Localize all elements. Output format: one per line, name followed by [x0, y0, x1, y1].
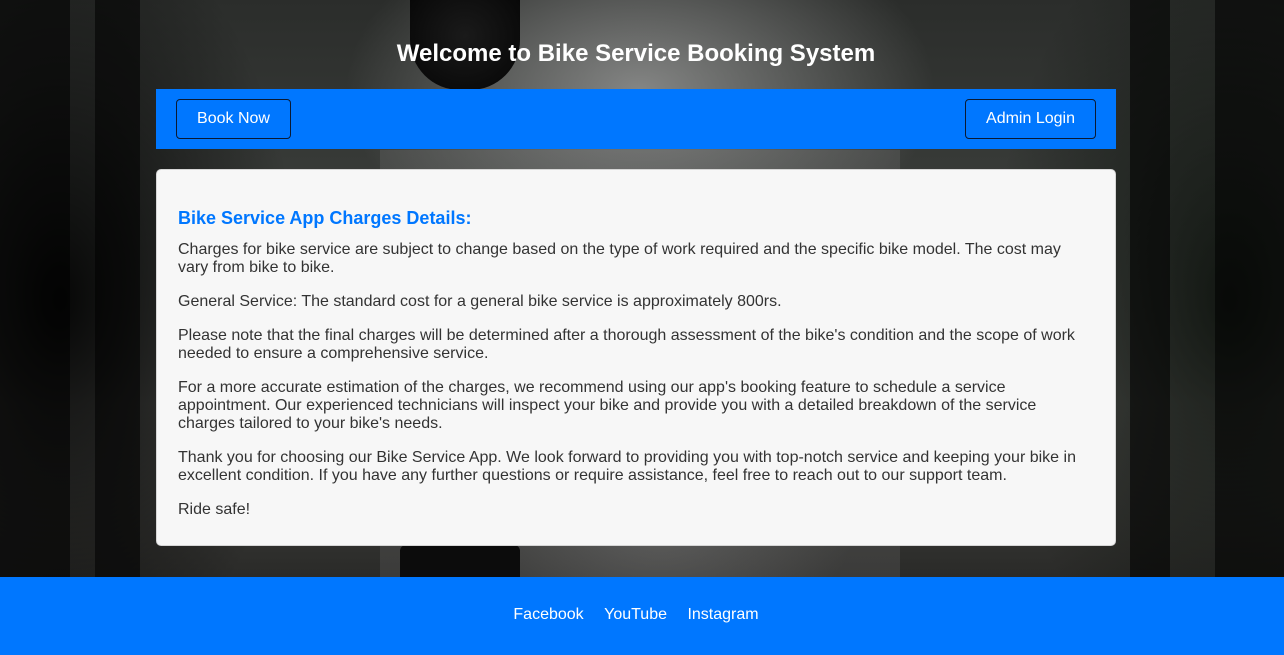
charges-paragraph: Charges for bike service are subject to … [178, 241, 1061, 276]
general-service-paragraph: General Service: The standard cost for a… [178, 293, 782, 310]
instagram-link[interactable]: Instagram [687, 606, 758, 623]
ride-safe-paragraph: Ride safe! [178, 501, 251, 518]
final-charges-paragraph: Please note that the final charges will … [178, 327, 1075, 362]
charges-details-card: Bike Service App Charges Details: Charge… [156, 169, 1116, 546]
footer: Facebook YouTube Instagram [0, 577, 1284, 655]
charges-heading: Bike Service App Charges Details: [178, 208, 472, 228]
facebook-link[interactable]: Facebook [513, 606, 583, 623]
estimation-paragraph: For a more accurate estimation of the ch… [178, 379, 1037, 432]
thank-you-paragraph: Thank you for choosing our Bike Service … [178, 449, 1076, 484]
book-now-button[interactable]: Book Now [176, 99, 291, 139]
top-navbar: Book Now Admin Login [156, 89, 1116, 149]
site-title: Welcome to Bike Service Booking System [396, 40, 876, 67]
admin-login-button[interactable]: Admin Login [965, 99, 1096, 139]
youtube-link[interactable]: YouTube [604, 606, 667, 623]
footer-links: Facebook YouTube Instagram [0, 606, 1272, 624]
